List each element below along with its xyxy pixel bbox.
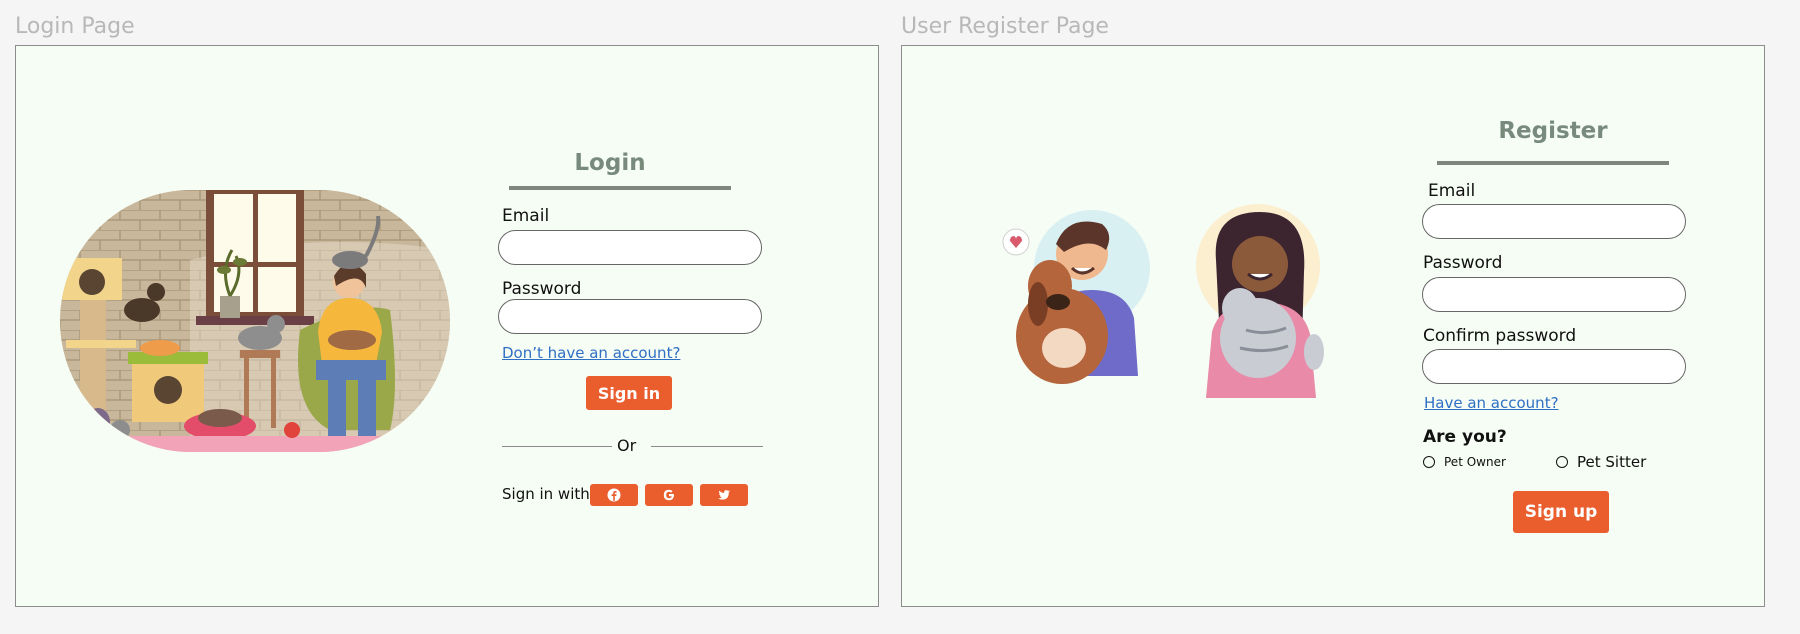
register-page-frame: Register Email Password Confirm password… bbox=[901, 45, 1765, 607]
role-question: Are you? bbox=[1423, 427, 1507, 447]
google-icon bbox=[663, 489, 675, 501]
confirm-password-label: Confirm password bbox=[1423, 326, 1577, 346]
role-option-label: Pet Sitter bbox=[1577, 453, 1647, 471]
twitter-button[interactable] bbox=[700, 484, 748, 506]
password-input[interactable] bbox=[498, 299, 762, 334]
password-input[interactable] bbox=[1422, 277, 1686, 312]
email-input[interactable] bbox=[498, 230, 762, 265]
role-option-label: Pet Owner bbox=[1444, 455, 1506, 469]
role-option-pet-sitter[interactable]: Pet Sitter bbox=[1556, 453, 1646, 471]
heading-underline bbox=[1437, 161, 1669, 165]
login-frame-title: Login Page bbox=[15, 14, 135, 39]
signin-button[interactable]: Sign in bbox=[586, 376, 672, 410]
twitter-icon bbox=[718, 490, 730, 500]
email-label: Email bbox=[502, 206, 550, 226]
login-heading: Login bbox=[574, 150, 646, 176]
confirm-password-input[interactable] bbox=[1422, 349, 1686, 384]
login-page-frame: Login Email Password Don’t have an accou… bbox=[15, 45, 879, 607]
heading-underline bbox=[509, 186, 731, 190]
facebook-button[interactable] bbox=[590, 484, 638, 506]
radio-pet-owner[interactable] bbox=[1423, 456, 1435, 468]
radio-pet-sitter[interactable] bbox=[1556, 456, 1568, 468]
man-with-dog-illustration bbox=[1002, 210, 1150, 384]
woman-with-cat-illustration bbox=[1196, 204, 1324, 398]
divider-line-left bbox=[502, 446, 612, 447]
google-button[interactable] bbox=[645, 484, 693, 506]
signin-with-label: Sign in with bbox=[502, 485, 590, 503]
divider-line-right bbox=[651, 446, 763, 447]
cats-room-illustration bbox=[60, 190, 450, 452]
login-link[interactable]: Have an account? bbox=[1424, 394, 1559, 412]
password-label: Password bbox=[502, 279, 582, 299]
password-label: Password bbox=[1423, 253, 1503, 273]
signup-button[interactable]: Sign up bbox=[1513, 491, 1609, 533]
role-option-pet-owner[interactable]: Pet Owner bbox=[1423, 455, 1506, 469]
register-frame-title: User Register Page bbox=[901, 14, 1109, 39]
register-heading: Register bbox=[1498, 118, 1608, 144]
facebook-icon bbox=[607, 488, 621, 502]
signup-link[interactable]: Don’t have an account? bbox=[502, 344, 680, 362]
email-input[interactable] bbox=[1422, 204, 1686, 239]
divider-text: Or bbox=[617, 436, 637, 455]
email-label: Email bbox=[1428, 181, 1476, 201]
